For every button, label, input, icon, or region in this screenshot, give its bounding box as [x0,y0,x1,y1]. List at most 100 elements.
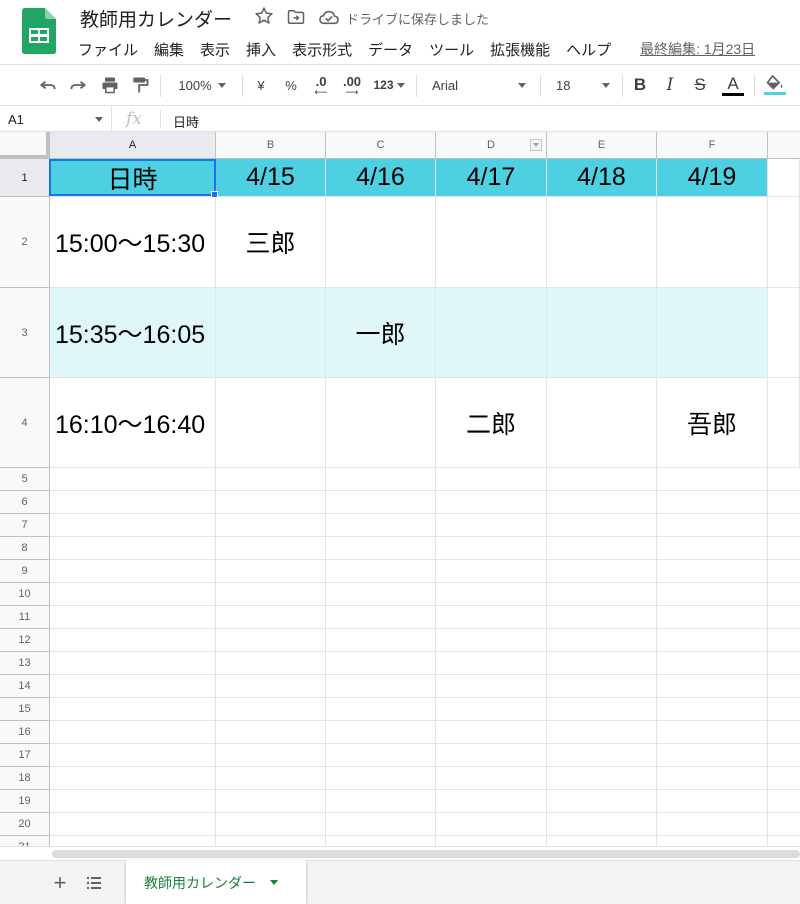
column-header-e[interactable]: E [547,132,657,159]
cell-c1[interactable]: 4/16 [326,159,436,197]
select-all-corner[interactable] [0,132,50,159]
row-header-17[interactable]: 17 [0,744,50,767]
cell-b2[interactable]: 三郎 [216,197,326,288]
undo-button[interactable] [34,65,62,105]
redo-button[interactable] [64,65,92,105]
star-icon[interactable] [254,6,274,26]
row-header-8[interactable]: 8 [0,537,50,560]
cloud-saved-icon[interactable] [318,8,340,26]
column-header-c[interactable]: C [326,132,436,159]
cell-f1[interactable]: 4/19 [657,159,768,197]
cell-c4[interactable] [326,378,436,468]
menu-view[interactable]: 表示 [200,39,230,59]
cell-d4[interactable]: 二郎 [436,378,547,468]
row-header-2[interactable]: 2 [0,197,50,288]
row-header-13[interactable]: 13 [0,652,50,675]
cell-f2[interactable] [657,197,768,288]
chevron-down-icon[interactable] [270,880,278,885]
filter-dropdown-icon[interactable] [530,139,542,151]
print-button[interactable] [96,65,124,105]
sheet-tab-active[interactable]: 教師用カレンダー [126,860,306,904]
font-family-select[interactable]: Arial [424,65,534,105]
menu-data[interactable]: データ [368,39,413,59]
zoom-select[interactable]: 100% [168,65,236,105]
row-header-12[interactable]: 12 [0,629,50,652]
italic-button[interactable]: I [658,65,682,105]
row-header-6[interactable]: 6 [0,491,50,514]
currency-button[interactable]: ¥ [250,65,272,105]
row-header-20[interactable]: 20 [0,813,50,836]
row-header-5[interactable]: 5 [0,468,50,491]
menu-extensions[interactable]: 拡張機能 [490,39,550,59]
row-header-14[interactable]: 14 [0,675,50,698]
cell-c2[interactable] [326,197,436,288]
font-size-select[interactable]: 18 [548,65,616,105]
name-box[interactable]: A1 [0,106,112,132]
menu-help[interactable]: ヘルプ [566,39,611,59]
strikethrough-button[interactable]: S [688,65,712,105]
row-header-15[interactable]: 15 [0,698,50,721]
sheets-logo-icon[interactable] [22,8,56,54]
percent-button[interactable]: % [280,65,302,105]
menu-insert[interactable]: 挿入 [246,39,276,59]
cell-d3[interactable] [436,288,547,378]
cell-a2[interactable]: 15:00〜15:30 [50,197,216,288]
spreadsheet-app: 教師用カレンダー ドライブに保存しました ファイル 編集 表示 挿入 表示形式 … [0,0,800,904]
row-header-9[interactable]: 9 [0,560,50,583]
last-edit-link[interactable]: 最終編集: 1月23日 [640,39,755,59]
column-header-g[interactable] [768,132,800,159]
decrease-decimal-button[interactable]: .0 ⟵ [308,65,334,105]
cell-g4[interactable] [768,378,800,468]
menu-edit[interactable]: 編集 [154,39,184,59]
bold-button[interactable]: B [628,65,652,105]
row-header-7[interactable]: 7 [0,514,50,537]
cell-b3[interactable] [216,288,326,378]
cell-b1[interactable]: 4/15 [216,159,326,197]
more-formats-button[interactable]: 123 [370,65,408,105]
row-header-19[interactable]: 19 [0,790,50,813]
cell-a1[interactable]: 日時 [50,159,216,197]
cell-e2[interactable] [547,197,657,288]
cell-d1[interactable]: 4/17 [436,159,547,197]
horizontal-scrollbar[interactable] [0,846,800,860]
row-header-16[interactable]: 16 [0,721,50,744]
row-header-4[interactable]: 4 [0,378,50,468]
menu-tools[interactable]: ツール [429,39,474,59]
cell-e4[interactable] [547,378,657,468]
paint-format-button[interactable] [126,65,154,105]
document-title[interactable]: 教師用カレンダー [80,5,232,32]
row-header-21[interactable]: 21 [0,836,50,846]
row-header-10[interactable]: 10 [0,583,50,606]
cell-a3[interactable]: 15:35〜16:05 [50,288,216,378]
column-header-d[interactable]: D [436,132,547,159]
column-header-b[interactable]: B [216,132,326,159]
cell-e3[interactable] [547,288,657,378]
row-header-11[interactable]: 11 [0,606,50,629]
cell-f3[interactable] [657,288,768,378]
column-header-f[interactable]: F [657,132,768,159]
cell-e1[interactable]: 4/18 [547,159,657,197]
menu-file[interactable]: ファイル [78,39,138,59]
all-sheets-menu-icon[interactable] [84,873,104,893]
move-folder-icon[interactable] [286,7,306,27]
fill-handle[interactable] [211,191,218,198]
text-color-button[interactable]: A [718,65,748,105]
cell-c3[interactable]: 一郎 [326,288,436,378]
cell-a4[interactable]: 16:10〜16:40 [50,378,216,468]
cell-f4[interactable]: 吾郎 [657,378,768,468]
formula-input[interactable]: 日時 [173,112,199,131]
add-sheet-button[interactable]: + [48,870,72,895]
row-header-3[interactable]: 3 [0,288,50,378]
row-header-18[interactable]: 18 [0,767,50,790]
cell-d2[interactable] [436,197,547,288]
cell-g2[interactable] [768,197,800,288]
fill-color-button[interactable] [760,65,790,105]
increase-decimal-button[interactable]: .00 ⟶ [338,65,366,105]
scrollbar-thumb[interactable] [52,850,800,858]
column-header-a[interactable]: A [50,132,216,159]
cell-b4[interactable] [216,378,326,468]
cell-g1[interactable] [768,159,800,197]
row-header-1[interactable]: 1 [0,159,50,197]
menu-format[interactable]: 表示形式 [292,39,352,59]
cell-g3[interactable] [768,288,800,378]
